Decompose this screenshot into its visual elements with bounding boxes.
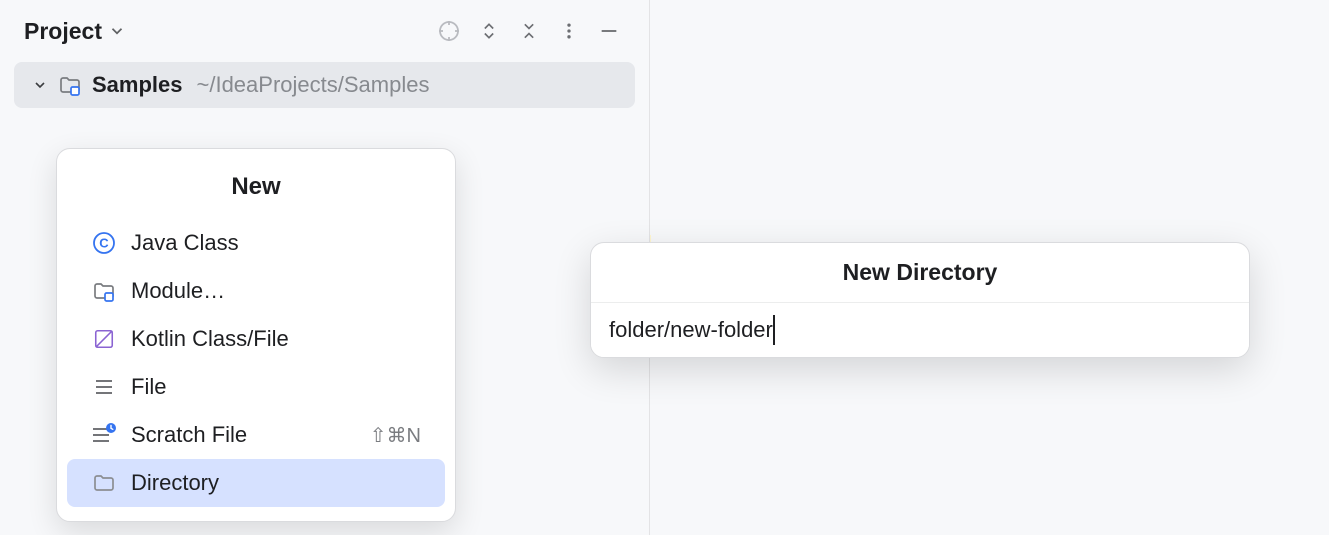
new-context-menu: New C Java Class Module… Kotlin Class/File F… [56,148,456,522]
folder-icon [91,470,117,496]
new-menu-item-file[interactable]: File [67,363,445,411]
expand-collapse-icon[interactable] [469,11,509,51]
project-root-name: Samples [92,72,183,98]
menu-item-label: Module… [131,278,225,304]
svg-text:C: C [99,236,109,251]
hide-panel-icon[interactable] [589,11,629,51]
text-caret [773,315,775,345]
select-opened-file-icon[interactable] [429,11,469,51]
more-options-icon[interactable] [549,11,589,51]
new-menu-title: New [57,159,455,219]
project-folder-icon [58,73,82,97]
module-icon [91,278,117,304]
chevron-down-icon [32,77,48,93]
new-directory-dialog: New Directory [590,242,1250,358]
project-root-path: ~/IdeaProjects/Samples [197,72,430,98]
new-directory-dialog-title: New Directory [591,243,1249,303]
menu-item-label: Kotlin Class/File [131,326,289,352]
new-menu-item-scratch-file[interactable]: Scratch File ⇧⌘N [67,411,445,459]
menu-item-label: Java Class [131,230,239,256]
new-menu-item-module[interactable]: Module… [67,267,445,315]
new-menu-item-directory[interactable]: Directory [67,459,445,507]
menu-item-shortcut: ⇧⌘N [370,423,421,448]
project-panel-title[interactable]: Project [24,18,102,45]
project-panel-header: Project [0,0,649,62]
chevron-down-icon[interactable] [108,22,126,40]
new-menu-item-kotlin-class-file[interactable]: Kotlin Class/File [67,315,445,363]
scratch-icon [91,422,117,448]
java-icon: C [91,230,117,256]
new-directory-name-input[interactable] [591,303,1249,357]
menu-item-label: File [131,374,166,400]
kotlin-icon [91,326,117,352]
project-root-item[interactable]: Samples ~/IdeaProjects/Samples [14,62,635,108]
collapse-all-icon[interactable] [509,11,549,51]
file-icon [91,374,117,400]
project-tool-window: Project Samples ~/IdeaProjects/Samples [0,0,650,535]
menu-item-label: Scratch File [131,422,247,448]
menu-item-label: Directory [131,470,219,496]
new-menu-item-java-class[interactable]: C Java Class [67,219,445,267]
